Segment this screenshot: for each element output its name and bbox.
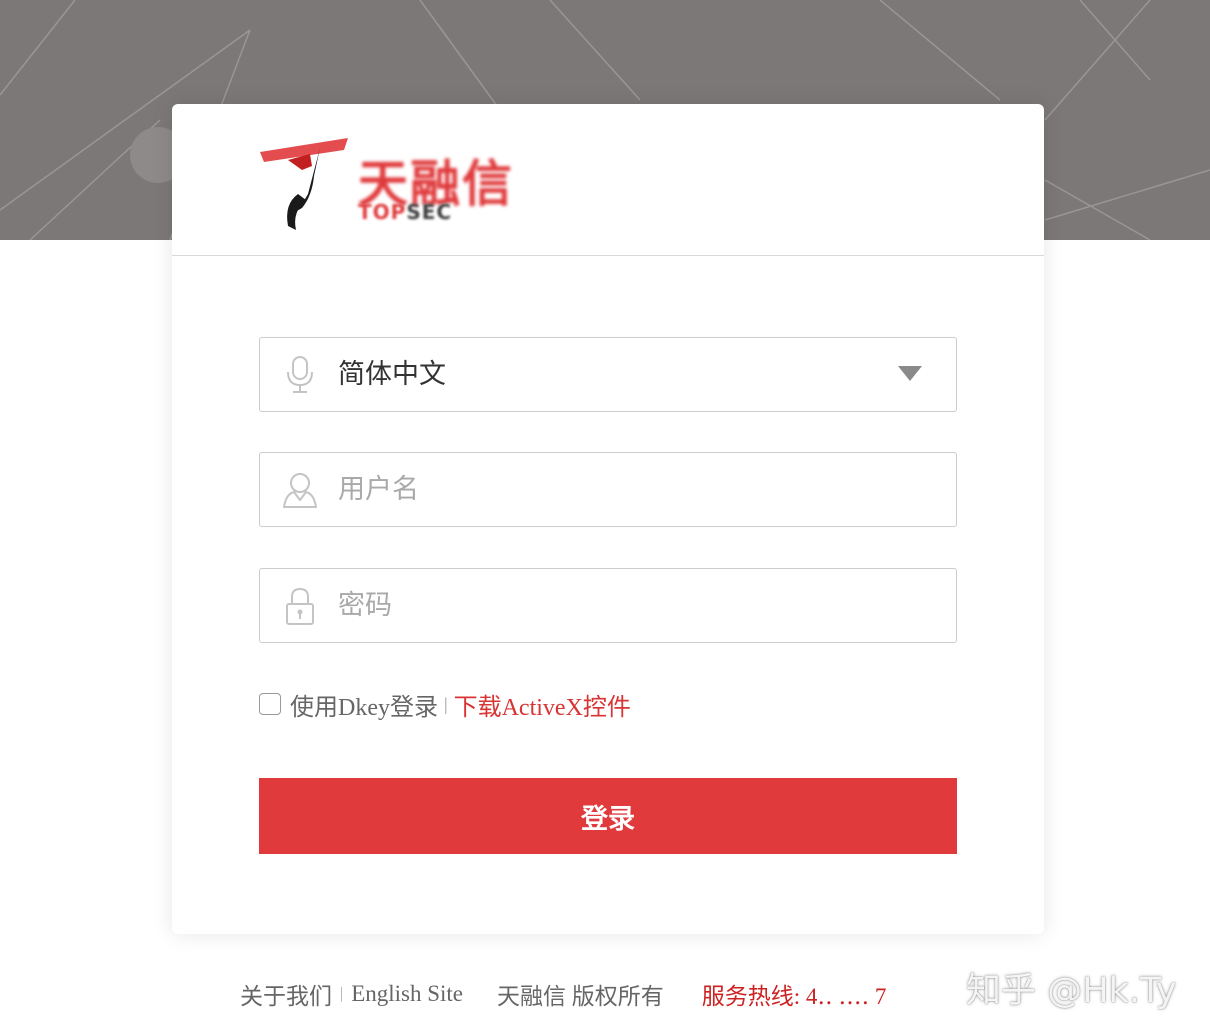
- download-activex-link[interactable]: 下载ActiveX控件: [454, 687, 631, 722]
- login-card: 天融信 TOPSEC 简体中文 用户名 密码 使用Dkey登录 | 下载Acti…: [172, 104, 1044, 934]
- microphone-icon: [282, 355, 318, 395]
- lock-icon: [282, 586, 318, 626]
- footer: 关于我们 | English Site 天融信 版权所有 服务热线: 4‥ ‥‥…: [240, 974, 886, 1014]
- card-header: 天融信 TOPSEC: [172, 104, 1044, 256]
- footer-english-site-link[interactable]: English Site: [351, 981, 463, 1007]
- footer-separator: |: [340, 985, 344, 1002]
- password-placeholder: 密码: [338, 590, 392, 621]
- dkey-separator: |: [443, 693, 448, 714]
- footer-about-link[interactable]: 关于我们: [240, 977, 332, 1011]
- footer-copyright: 天融信 版权所有: [497, 984, 664, 1009]
- login-button[interactable]: 登录: [259, 778, 957, 854]
- zhihu-watermark: 知乎 @Hk.Ty: [966, 971, 1177, 1011]
- language-selected-value: 简体中文: [338, 359, 446, 390]
- language-select[interactable]: 简体中文: [259, 337, 957, 412]
- brand-sub-red: TOP: [358, 200, 407, 224]
- caret-down-icon[interactable]: [898, 366, 922, 381]
- footer-hotline: 服务热线: 4‥ ‥‥ 7: [701, 984, 887, 1009]
- user-icon: [282, 470, 318, 510]
- username-placeholder: 用户名: [338, 474, 419, 505]
- brand-logo: 天融信 TOPSEC: [258, 134, 558, 238]
- brand-sub-dark: SEC: [406, 200, 453, 224]
- dkey-option-row: 使用Dkey登录 | 下载ActiveX控件: [259, 686, 631, 722]
- dkey-label: 使用Dkey登录: [290, 694, 438, 721]
- password-input[interactable]: 密码: [259, 568, 957, 643]
- username-input[interactable]: 用户名: [259, 452, 957, 527]
- dkey-checkbox[interactable]: [259, 693, 281, 715]
- brand-logo-subtext: TOPSEC: [358, 200, 452, 224]
- brand-logo-mark: [260, 138, 348, 230]
